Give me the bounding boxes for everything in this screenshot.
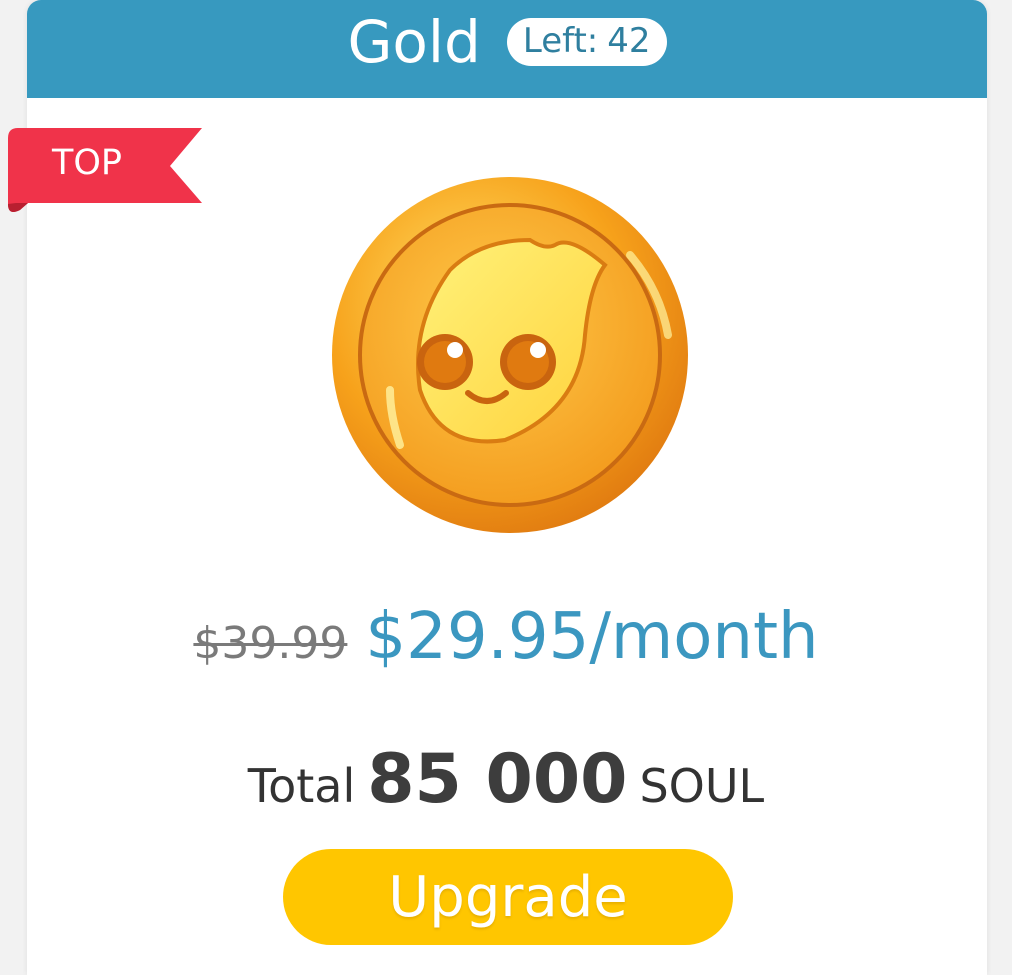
remaining-count: 42 <box>607 21 651 61</box>
remaining-badge: Left: 42 <box>506 18 667 66</box>
gold-soul-coin-icon <box>330 175 690 535</box>
plan-title: Gold <box>347 8 481 76</box>
ribbon-label: TOP <box>52 143 123 183</box>
new-price: $29.95/month <box>365 600 819 674</box>
old-price: $39.99 <box>193 618 348 669</box>
top-ribbon: TOP <box>8 128 202 216</box>
total-amount: 85 000 <box>367 740 628 819</box>
price-row: $39.99 $29.95/month <box>0 600 1012 674</box>
total-unit: SOUL <box>639 759 765 813</box>
plan-header: Gold Left: 42 <box>27 0 987 98</box>
upgrade-button[interactable]: Upgrade <box>283 849 733 945</box>
remaining-label: Left: <box>522 21 599 61</box>
total-label: Total <box>247 759 356 813</box>
total-row: Total 85 000 SOUL <box>0 740 1012 819</box>
